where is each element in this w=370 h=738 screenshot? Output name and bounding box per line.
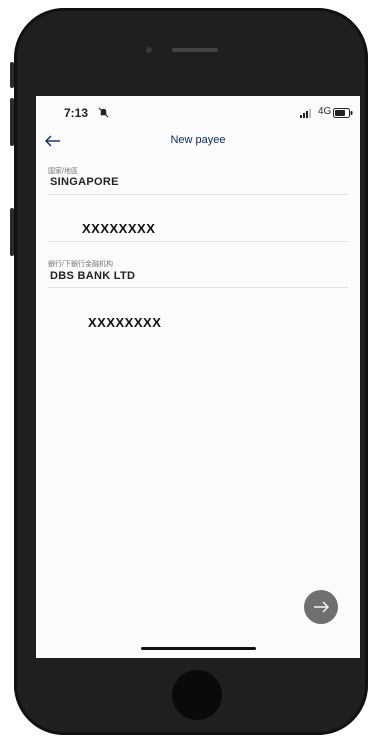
- network-type: 4G: [318, 106, 332, 117]
- earpiece-speaker: [172, 48, 218, 52]
- signal-icon: [300, 109, 311, 118]
- bank-value: DBS BANK LTD: [50, 270, 136, 282]
- app-screen: 7:13 4G New payee 国家/地區 SINGAPORE XXXXXX…: [36, 96, 360, 658]
- second-number-masked: XXXXXXXX: [88, 315, 162, 330]
- next-button[interactable]: [304, 590, 338, 624]
- home-button[interactable]: [172, 670, 222, 720]
- volume-down-button: [10, 208, 14, 256]
- country-label: 国家/地區: [48, 168, 78, 175]
- status-time: 7:13: [64, 106, 89, 120]
- front-camera: [146, 47, 152, 53]
- arrow-right-icon: [314, 601, 329, 613]
- navigation-bar: New payee: [36, 130, 360, 154]
- silent-switch: [10, 62, 14, 88]
- volume-up-button: [10, 98, 14, 146]
- country-field[interactable]: 国家/地區 SINGAPORE: [48, 166, 348, 195]
- do-not-disturb-icon: [98, 107, 109, 118]
- bank-field[interactable]: 銀行/下銀行金融机构 DBS BANK LTD: [48, 259, 348, 288]
- status-bar: 7:13 4G: [36, 96, 360, 132]
- page-title: New payee: [170, 134, 226, 146]
- battery-icon: [333, 108, 353, 118]
- home-indicator: [141, 647, 256, 650]
- account-field[interactable]: XXXXXXXX: [48, 214, 348, 242]
- account-number-masked: XXXXXXXX: [82, 221, 156, 236]
- branch-field[interactable]: XXXXXXXX: [48, 308, 348, 336]
- country-value: SINGAPORE: [50, 176, 119, 188]
- bank-label: 銀行/下銀行金融机构: [48, 261, 113, 268]
